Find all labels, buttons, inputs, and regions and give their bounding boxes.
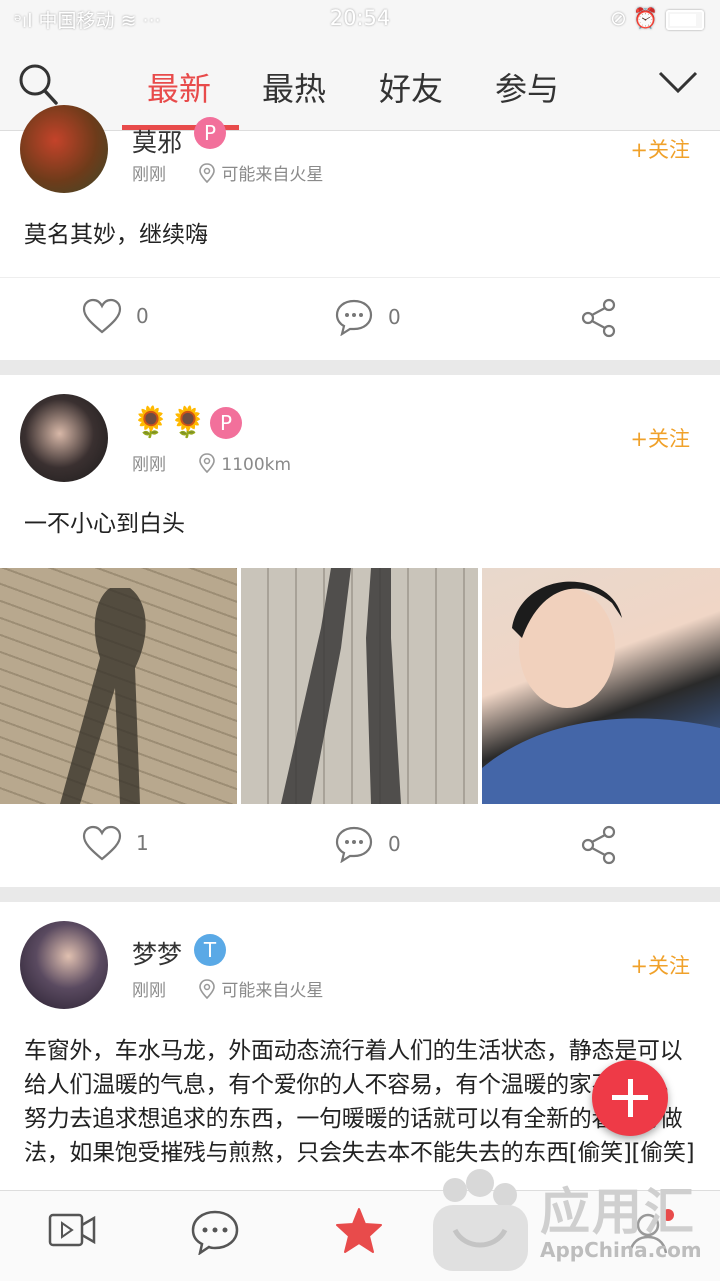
post-card: 莫邪 P 刚刚 可能来自火星 +关注 莫名其妙，继续嗨 0 0 — [0, 105, 720, 362]
post-photo[interactable] — [482, 568, 720, 804]
comment-button[interactable]: 0 — [334, 298, 401, 337]
post-actions: 1 0 — [0, 805, 720, 889]
post-actions: 0 0 — [0, 277, 720, 362]
like-button[interactable]: 1 — [82, 825, 149, 861]
post-photo[interactable] — [241, 568, 478, 804]
tab-joined[interactable]: 参与 — [495, 64, 559, 110]
watermark-site: AppChina.com — [540, 1238, 702, 1262]
share-button[interactable] — [580, 298, 618, 338]
comment-button[interactable]: 0 — [334, 825, 401, 864]
talent-badge: T — [194, 934, 226, 966]
chevron-down-icon[interactable] — [658, 70, 698, 94]
tab-hot[interactable]: 最热 — [262, 64, 326, 110]
user-name[interactable]: 莫邪 — [132, 123, 182, 159]
follow-button[interactable]: +关注 — [630, 950, 690, 980]
post-text: 一不小心到白头 — [24, 511, 185, 537]
star-icon[interactable] — [334, 1207, 384, 1255]
post-meta: 刚刚 1100km — [132, 453, 292, 475]
avatar[interactable] — [20, 105, 108, 193]
heart-icon — [82, 298, 122, 334]
post-card: 🌻🌻 P 刚刚 1100km +关注 一不小心到白头 1 0 — [0, 375, 720, 887]
post-photo[interactable] — [0, 568, 237, 804]
status-icons: ⊘ ⏰ — [610, 6, 704, 30]
video-icon[interactable] — [48, 1209, 96, 1251]
user-name-emoji[interactable]: 🌻🌻 — [132, 405, 207, 440]
comment-icon — [335, 299, 373, 337]
location-pin-icon — [199, 453, 216, 473]
heart-icon — [82, 825, 122, 861]
follow-button[interactable]: +关注 — [630, 423, 690, 453]
like-button[interactable]: 0 — [82, 298, 149, 334]
post-meta: 刚刚 可能来自火星 — [132, 979, 324, 1001]
appchina-logo — [433, 1169, 528, 1271]
comment-icon — [335, 826, 373, 864]
vip-badge: P — [194, 117, 226, 149]
location-pin-icon — [199, 979, 216, 999]
post-card: 梦梦 T 刚刚 可能来自火星 +关注 车窗外，车水马龙，外面动态流行着人们的生活… — [0, 902, 720, 1190]
chat-icon[interactable] — [190, 1209, 240, 1255]
avatar[interactable] — [20, 394, 108, 482]
tab-friends[interactable]: 好友 — [379, 64, 443, 110]
location-pin-icon — [199, 163, 216, 183]
follow-button[interactable]: +关注 — [630, 134, 690, 164]
add-post-button[interactable] — [592, 1060, 668, 1136]
vip-badge: P — [210, 407, 242, 439]
top-nav: 最新 最热 好友 参与 — [0, 36, 720, 131]
tab-latest[interactable]: 最新 — [147, 64, 211, 110]
search-icon[interactable] — [18, 62, 58, 106]
post-text: 莫名其妙，继续嗨 — [24, 222, 208, 248]
battery-icon — [666, 9, 704, 30]
post-meta: 刚刚 可能来自火星 — [132, 163, 324, 185]
status-bar: ᵊıl 中国移动 ≋ ··· 20:54 ⊘ ⏰ — [0, 0, 720, 36]
avatar[interactable] — [20, 921, 108, 1009]
share-button[interactable] — [580, 825, 618, 865]
watermark-brand: 应用汇 — [540, 1183, 696, 1241]
share-icon — [581, 825, 616, 865]
user-name[interactable]: 梦梦 — [132, 935, 182, 971]
share-icon — [581, 298, 616, 338]
